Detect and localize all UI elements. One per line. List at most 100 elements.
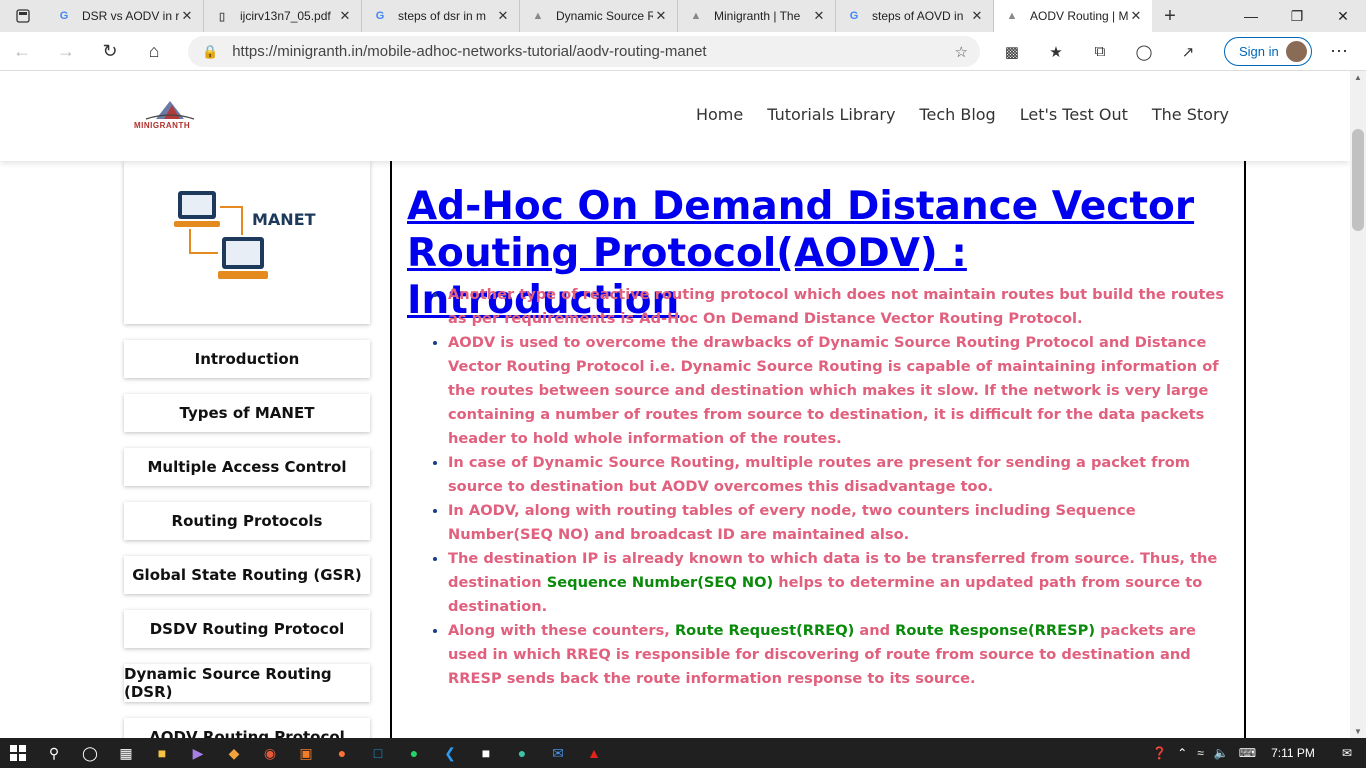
browser-tab[interactable]: ▲ Minigranth | The ✕	[678, 0, 836, 32]
input-language-icon[interactable]: ⌨	[1239, 746, 1256, 760]
maximize-button[interactable]: ❐	[1274, 0, 1320, 32]
bullet-text: In AODV, along with routing tables of ev…	[448, 502, 1136, 543]
scrollbar-thumb[interactable]	[1352, 129, 1364, 231]
collections-icon[interactable]: ⧉	[1078, 43, 1122, 60]
show-hidden-icons-icon[interactable]: ⌃	[1177, 746, 1187, 760]
xampp-icon[interactable]: ▣	[288, 738, 324, 768]
favorites-icon[interactable]: ★	[1034, 43, 1078, 61]
windows-start-icon[interactable]	[0, 738, 36, 768]
media-player-icon[interactable]: ◉	[252, 738, 288, 768]
sidebar-item[interactable]: Introduction	[124, 340, 370, 378]
tab-title: ijcirv13n7_05.pdf	[240, 9, 331, 23]
article-bullet-list: Another type of reactive routing protoco…	[428, 283, 1228, 691]
home-button[interactable]: ⌂	[132, 32, 176, 71]
close-tab-icon[interactable]: ✕	[337, 8, 353, 24]
wifi-icon[interactable]: ≈	[1197, 746, 1204, 760]
google-icon: G	[59, 10, 69, 22]
sidebar: MANET Introduction Types of MANET Multiple…	[124, 161, 370, 738]
edge-icon[interactable]: ●	[504, 738, 540, 768]
browser-tab[interactable]: Gsteps of dsr in m ✕	[362, 0, 520, 32]
tab-title: Dynamic Source R	[556, 9, 653, 23]
nav-link-home[interactable]: Home	[696, 105, 743, 124]
close-tab-icon[interactable]: ✕	[811, 8, 827, 24]
search-icon[interactable]: ⚲	[36, 738, 72, 768]
sidebar-item[interactable]: Routing Protocols	[124, 502, 370, 540]
new-tab-button[interactable]: +	[1152, 5, 1188, 28]
browser-tab[interactable]: G DSR vs AODV in r ✕	[46, 0, 204, 32]
bullet-text: In case of Dynamic Source Routing, multi…	[448, 454, 1190, 495]
whatsapp-icon[interactable]: ●	[396, 738, 432, 768]
nav-link-tutorials-library[interactable]: Tutorials Library	[767, 105, 895, 124]
forward-button[interactable]: →	[44, 32, 88, 71]
close-tab-icon[interactable]: ✕	[653, 8, 669, 24]
article-content: Ad-Hoc On Demand Distance Vector Routing…	[390, 161, 1246, 738]
task-view-icon[interactable]: ▦	[108, 738, 144, 768]
scroll-down-icon[interactable]: ▼	[1354, 727, 1362, 736]
help-icon[interactable]: ❓	[1152, 746, 1167, 760]
sidebar-item[interactable]: Global State Routing (GSR)	[124, 556, 370, 594]
minimize-button[interactable]: —	[1228, 0, 1274, 32]
tab-title: Minigranth | The	[714, 9, 801, 23]
lock-icon[interactable]: 🔒	[202, 44, 218, 60]
sidebar-item[interactable]: Types of MANET	[124, 394, 370, 432]
browser-essentials-icon[interactable]: ◯	[1122, 43, 1166, 61]
sign-in-button[interactable]: Sign in	[1224, 37, 1312, 66]
cortana-icon[interactable]: ◯	[72, 738, 108, 768]
add-favorite-icon[interactable]: ☆	[955, 43, 968, 61]
refresh-button[interactable]: ↻	[88, 32, 132, 71]
close-tab-icon[interactable]: ✕	[495, 8, 511, 24]
acrobat-icon[interactable]: ▲	[576, 738, 612, 768]
share-icon[interactable]: ↗	[1166, 43, 1210, 61]
extensions-icon[interactable]: ▩	[990, 43, 1034, 61]
article-bullet: The destination IP is already known to w…	[448, 547, 1228, 619]
pycharm-icon[interactable]: ■	[468, 738, 504, 768]
nav-link-the-story[interactable]: The Story	[1152, 105, 1229, 124]
visual-studio-icon[interactable]: ▶	[180, 738, 216, 768]
clock[interactable]: 7:11 PM	[1271, 746, 1315, 760]
bullet-text: Another type of reactive routing protoco…	[448, 286, 1225, 327]
tab-title: AODV Routing | M	[1030, 9, 1128, 23]
notifications-icon[interactable]: ✉	[1342, 746, 1352, 760]
sidebar-item[interactable]: Multiple Access Control	[124, 448, 370, 486]
highlighted-term: Sequence Number(SEQ NO)	[546, 574, 774, 591]
nav-link-tech-blog[interactable]: Tech Blog	[919, 105, 995, 124]
browser-tab[interactable]: ▲ AODV Routing | M ✕	[994, 0, 1152, 32]
page-scrollbar[interactable]: ▲ ▼	[1350, 71, 1366, 738]
google-icon: G	[375, 10, 385, 22]
file-explorer-icon[interactable]: ■	[144, 738, 180, 768]
git-icon[interactable]: ◆	[216, 738, 252, 768]
mail-icon[interactable]: ✉	[540, 738, 576, 768]
browser-tab[interactable]: ▲ Dynamic Source R ✕	[520, 0, 678, 32]
nav-link-let-s-test-out[interactable]: Let's Test Out	[1020, 105, 1128, 124]
settings-more-icon[interactable]: ⋯	[1324, 32, 1354, 71]
libreoffice-icon[interactable]: □	[360, 738, 396, 768]
bullet-text: and	[854, 622, 896, 639]
close-window-button[interactable]: ✕	[1320, 0, 1366, 32]
back-button[interactable]: ←	[0, 32, 44, 71]
site-header: MINIGRANTH Home Tutorials Library Tech Blo…	[0, 71, 1350, 161]
close-tab-icon[interactable]: ✕	[179, 8, 195, 24]
browser-tab[interactable]: ▯ ijcirv13n7_05.pdf ✕	[204, 0, 362, 32]
tab-actions-menu-icon[interactable]	[0, 0, 46, 32]
url-text[interactable]: https://minigranth.in/mobile-adhoc-netwo…	[232, 43, 706, 60]
bullet-text: AODV is used to overcome the drawbacks o…	[448, 334, 1219, 447]
sidebar-item[interactable]: AODV Routing Protocol	[124, 718, 370, 738]
pdf-icon: ▯	[218, 10, 226, 23]
minigranth-icon: ▲	[532, 10, 544, 22]
highlighted-term: Route Response(RRESP)	[895, 622, 1096, 639]
volume-icon[interactable]: 🔈	[1214, 746, 1229, 760]
profile-avatar	[1286, 41, 1307, 62]
scroll-up-icon[interactable]: ▲	[1354, 73, 1362, 82]
tab-title: steps of dsr in m	[398, 9, 487, 23]
firefox-icon[interactable]: ●	[324, 738, 360, 768]
close-tab-icon[interactable]: ✕	[969, 8, 985, 24]
close-tab-icon[interactable]: ✕	[1128, 8, 1144, 24]
site-logo[interactable]: MINIGRANTH	[134, 97, 206, 133]
sidebar-item[interactable]: Dynamic Source Routing (DSR)	[124, 664, 370, 702]
address-bar[interactable]: 🔒 https://minigranth.in/mobile-adhoc-net…	[188, 36, 980, 67]
sidebar-item[interactable]: DSDV Routing Protocol	[124, 610, 370, 648]
main-navigation: Home Tutorials Library Tech Blog Let's Test…	[696, 105, 1229, 124]
article-bullet: AODV is used to overcome the drawbacks o…	[448, 331, 1228, 451]
vscode-icon[interactable]: ❮	[432, 738, 468, 768]
browser-tab[interactable]: Gsteps of AOVD in ✕	[836, 0, 994, 32]
